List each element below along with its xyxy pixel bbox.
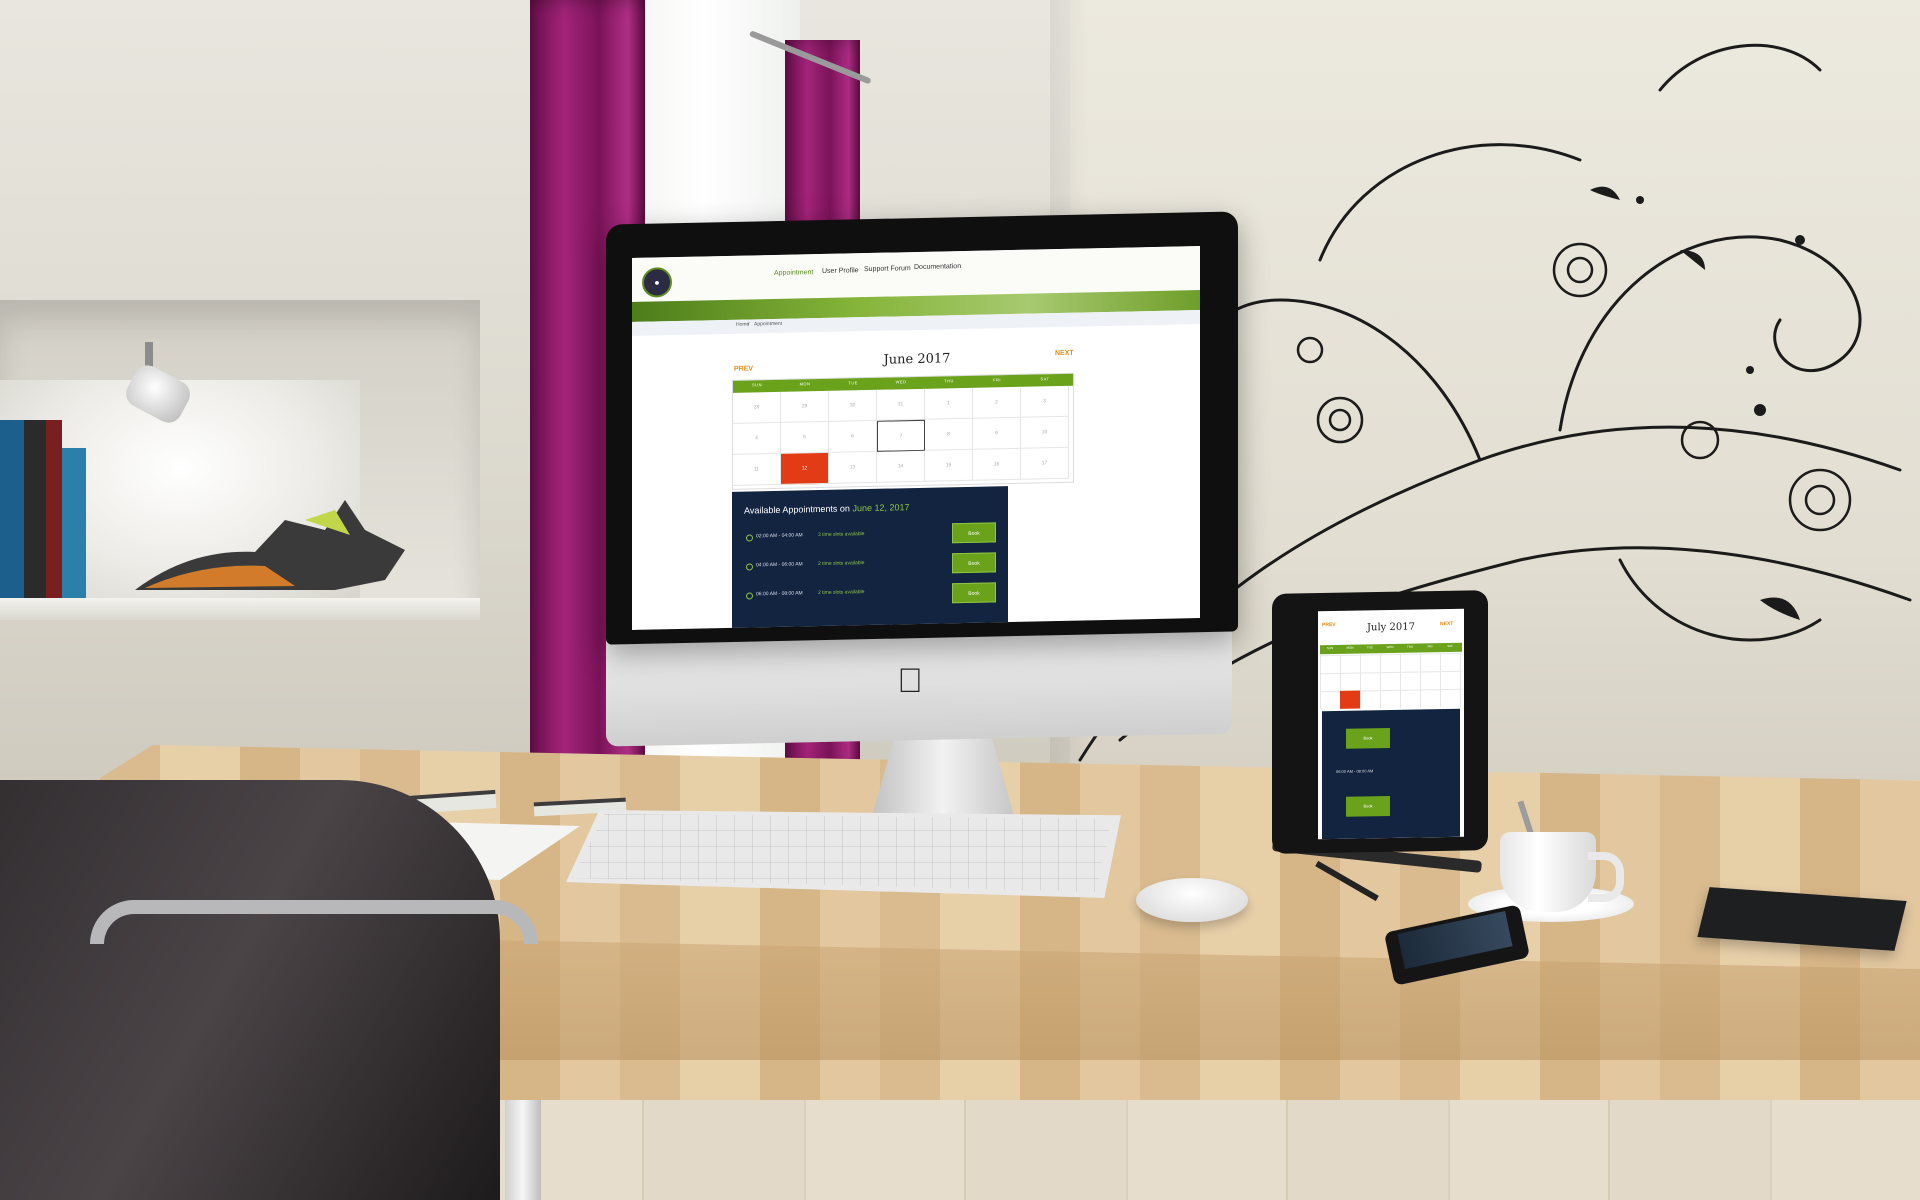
weekday-label: MON — [1346, 645, 1354, 650]
calendar-day[interactable]: 14 — [877, 450, 925, 483]
cup-handle — [1588, 852, 1624, 902]
calendar-day[interactable]: 30 — [829, 389, 877, 422]
book-button[interactable]: Book — [952, 552, 996, 574]
coffee-cup — [1500, 832, 1596, 912]
calendar-day-selected[interactable]: 7 — [877, 419, 925, 452]
calendar-day[interactable]: 28 — [733, 391, 781, 424]
month-title: June 2017 — [883, 351, 951, 368]
shelf — [0, 598, 480, 620]
calendar-day[interactable]: 29 — [781, 390, 829, 423]
slot-time: 02:00 AM - 04:00 AM — [756, 532, 803, 540]
tablet-slot-time: 06:00 AM - 08:00 AM — [1336, 768, 1374, 774]
weekday-label: SAT — [1040, 376, 1050, 382]
calendar-day[interactable]: 10 — [1021, 416, 1069, 449]
weekday-label: SUN — [752, 382, 762, 388]
apple-logo-icon:  — [880, 662, 940, 702]
weekday-label: THU — [944, 378, 954, 384]
book-button[interactable]: Book — [952, 582, 996, 604]
mouse — [1136, 878, 1248, 922]
next-month-button[interactable]: NEXT — [1055, 350, 1074, 357]
calendar-grid: SUN MON TUE WED THU FRI SAT 28 29 30 31 … — [732, 372, 1074, 490]
weekday-label: FRI — [993, 377, 1001, 383]
slot-availability: 2 time slots available — [818, 589, 865, 597]
weekday-label: WED — [1386, 644, 1394, 650]
calendar-day[interactable]: 16 — [973, 448, 1021, 481]
calendar-day[interactable]: 2 — [973, 386, 1021, 419]
calendar-day[interactable]: 5 — [781, 421, 829, 454]
prev-month-button[interactable]: PREV — [734, 365, 753, 372]
appointments-title-prefix: Available Appointments on — [744, 503, 850, 516]
imac-screen: ● Appointment User Profile Support Forum… — [632, 246, 1200, 630]
appointments-date: June 12, 2017 — [852, 502, 910, 514]
calendar-day[interactable]: 9 — [973, 417, 1021, 450]
appointments-title: Available Appointments on June 12, 2017 — [744, 502, 910, 515]
calendar-day[interactable]: 31 — [877, 388, 925, 421]
weekday-label: MON — [799, 381, 811, 387]
book — [0, 420, 24, 600]
slot-time: 04:00 AM - 06:00 AM — [756, 561, 803, 569]
tablet-book-button[interactable]: Book — [1346, 728, 1390, 749]
weekday-label: THU — [1406, 644, 1414, 649]
slot-clock-icon — [746, 592, 753, 600]
nav-appointment[interactable]: Appointment — [774, 269, 813, 277]
calendar-day-today[interactable]: 12 — [781, 452, 829, 485]
office-scene:  ● Appointment User Profile Support For… — [0, 0, 1920, 1200]
breadcrumb-current: Appointment — [754, 320, 783, 328]
slot-time: 06:00 AM - 08:00 AM — [756, 590, 803, 598]
calendar-day[interactable]: 11 — [733, 453, 781, 486]
tablet-today-cell[interactable] — [1340, 690, 1360, 709]
tablet-book-button[interactable]: Book — [1346, 796, 1390, 817]
tablet-next-button[interactable]: NEXT — [1440, 621, 1453, 627]
calendar-day[interactable]: 3 — [1021, 385, 1069, 418]
office-chair — [0, 780, 500, 1200]
slot-availability: 2 time slots available — [818, 560, 865, 568]
tablet-screen: PREV July 2017 NEXT SUN MON TUE WED THU … — [1318, 608, 1464, 840]
weekday-label: WED — [895, 379, 907, 385]
weekday-label: SUN — [1326, 646, 1334, 651]
nav-support-forum[interactable]: Support Forum — [864, 265, 911, 273]
chair-armrest — [90, 900, 538, 944]
slot-clock-icon — [746, 534, 753, 542]
weekday-label: FRI — [1427, 644, 1433, 649]
slot-clock-icon — [746, 563, 753, 571]
nav-documentation[interactable]: Documentation — [914, 263, 961, 271]
calendar-day[interactable]: 6 — [829, 420, 877, 453]
tablet-appointments-panel: Book 06:00 AM - 08:00 AM Book — [1322, 708, 1460, 840]
book-button[interactable]: Book — [952, 522, 996, 544]
breadcrumb-separator: / — [748, 321, 750, 328]
appointments-panel: Available Appointments on June 12, 2017 … — [732, 486, 1008, 630]
book — [46, 420, 62, 600]
weekday-label: SAT — [1447, 643, 1453, 649]
weekday-label: TUE — [848, 380, 858, 386]
calendar-day[interactable]: 8 — [925, 418, 973, 451]
book — [62, 448, 86, 600]
calendar-day[interactable]: 17 — [1021, 447, 1069, 480]
nav-user-profile[interactable]: User Profile — [822, 267, 859, 275]
book — [24, 420, 46, 600]
robot-figurine — [135, 500, 405, 590]
calendar-day[interactable]: 13 — [829, 451, 877, 484]
calendar-day[interactable]: 15 — [925, 449, 973, 482]
weekday-label: TUE — [1367, 645, 1373, 650]
slot-availability: 3 time slots available — [818, 531, 865, 539]
calendar-day[interactable]: 1 — [925, 387, 973, 420]
calendar-day[interactable]: 4 — [733, 422, 781, 455]
